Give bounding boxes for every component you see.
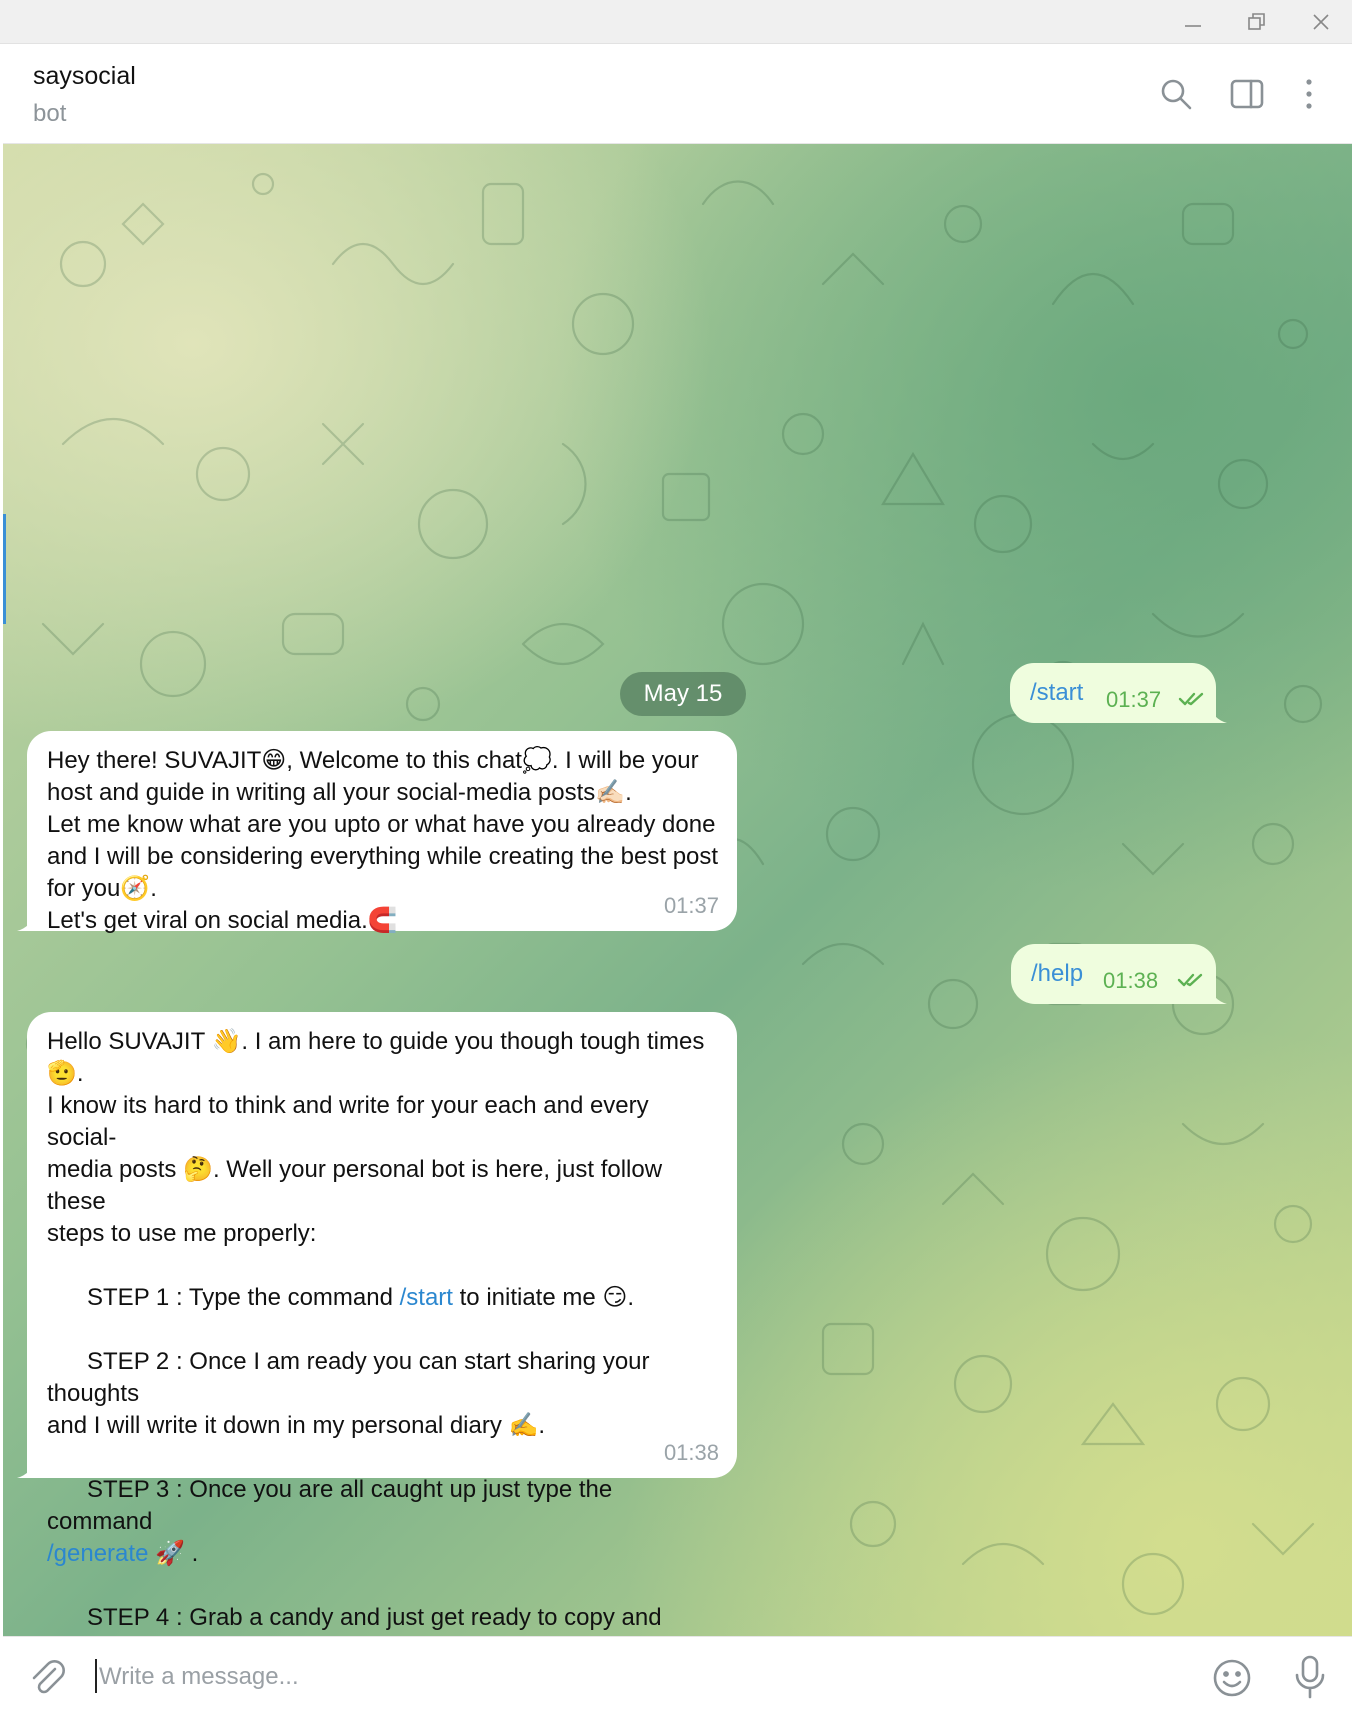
message-input[interactable]: [99, 1657, 1079, 1697]
emoji-button[interactable]: [1209, 1655, 1255, 1701]
date-separator: May 15: [620, 672, 746, 716]
selection-accent: [3, 514, 6, 624]
command-link-generate[interactable]: /generate: [47, 1540, 148, 1567]
close-button[interactable]: [1292, 0, 1350, 44]
message-outgoing[interactable]: /start 01:37: [1010, 663, 1216, 723]
window-titlebar: [0, 0, 1352, 44]
more-button[interactable]: [1287, 72, 1331, 116]
message-incoming[interactable]: Hey there! SUVAJIT😁, Welcome to this cha…: [27, 731, 737, 934]
close-icon: [1313, 14, 1329, 30]
bubble-tail: [1209, 705, 1227, 723]
bubble-tail: [1209, 986, 1227, 1004]
message-outgoing[interactable]: /help 01:38: [1011, 944, 1216, 1004]
side-panel-button[interactable]: [1225, 72, 1269, 116]
command-link-start[interactable]: /start: [400, 1284, 453, 1311]
minimize-icon: [1185, 25, 1201, 27]
chat-header: saysocial bot: [3, 44, 1352, 144]
message-text[interactable]: /start: [1030, 679, 1083, 707]
bubble-tail: [17, 1460, 35, 1478]
emoji-icon: [1213, 1659, 1251, 1697]
microphone-button[interactable]: [1287, 1653, 1333, 1701]
message-composer: [3, 1636, 1352, 1716]
message-time: 01:38: [663, 1440, 719, 1465]
bubble-tail: [17, 913, 35, 931]
message-incoming[interactable]: Hello SUVAJIT 👋. I am here to guide you …: [27, 1012, 737, 1631]
restore-icon: [1248, 13, 1265, 30]
read-receipt-icon: [1178, 691, 1208, 712]
read-receipt-icon: [1177, 972, 1207, 993]
message-text[interactable]: Hey there! SUVAJIT😁, Welcome to this cha…: [47, 745, 721, 937]
chat-subtitle: bot: [33, 100, 67, 127]
chat-area: May 15 /start 01:37 Hey there! SUVAJIT😁,…: [3, 144, 1352, 1636]
more-vertical-icon: [1306, 79, 1312, 109]
message-text[interactable]: Hello SUVAJIT 👋. I am here to guide you …: [47, 1026, 721, 1636]
microphone-icon: [1295, 1655, 1325, 1699]
attach-icon: [32, 1660, 65, 1694]
attach-button[interactable]: [25, 1655, 69, 1699]
chat-title[interactable]: saysocial: [33, 62, 136, 91]
search-button[interactable]: [1154, 72, 1198, 116]
message-time: 01:37: [1106, 687, 1162, 712]
restore-button[interactable]: [1228, 0, 1286, 44]
side-panel-icon: [1230, 79, 1264, 109]
message-time: 01:37: [663, 893, 719, 918]
minimize-button[interactable]: [1164, 0, 1222, 44]
search-icon: [1161, 79, 1192, 110]
text-caret: [95, 1659, 97, 1693]
message-time: 01:38: [1103, 968, 1159, 993]
message-text[interactable]: /help: [1031, 960, 1083, 988]
